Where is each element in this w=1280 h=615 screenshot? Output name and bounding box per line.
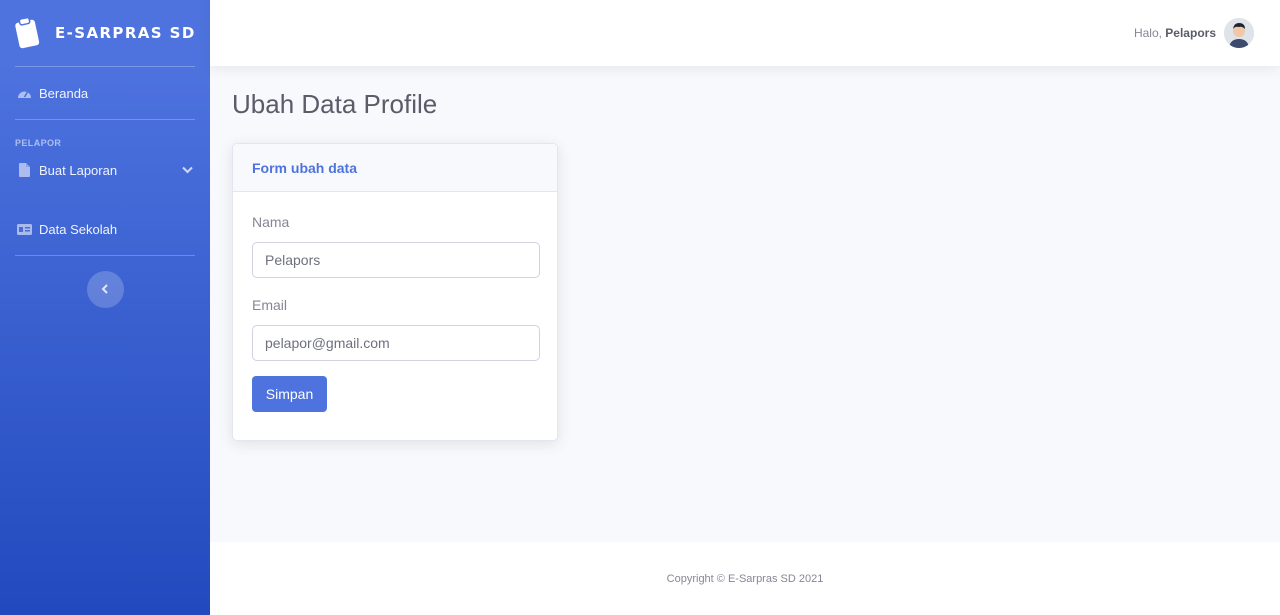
user-name: Pelapors [1165,26,1216,40]
id-card-icon [16,222,32,236]
email-field[interactable] [252,325,540,361]
sidebar-heading: PELAPOR [15,138,62,148]
name-label: Nama [252,214,290,230]
topbar: Halo, Pelapors [210,0,1280,66]
user-greeting[interactable]: Halo, Pelapors [1134,26,1216,40]
greeting-text: Halo, [1133,26,1162,40]
chevron-left-icon [101,281,109,299]
sidebar-item-label: Buat Laporan [39,162,118,178]
clipboard-icon [13,16,41,50]
save-button[interactable]: Simpan [252,376,327,412]
card-body: Nama Email Simpan [233,192,557,412]
copyright-text: Copyright © E-Sarpras SD 2021 [666,572,824,585]
sidebar: E-SARPRAS SD Beranda PELAPOR Buat Lapora… [0,0,210,615]
avatar[interactable] [1224,18,1254,48]
chevron-down-icon[interactable] [182,166,193,174]
sidebar-item-label: Data Sekolah [39,221,118,237]
sidebar-toggle-area [0,271,210,308]
sidebar-item-label: Beranda [39,85,89,101]
brand-name: E-SARPRAS SD [55,24,196,42]
sidebar-item-beranda[interactable]: Beranda [0,67,210,119]
dashboard-icon [16,86,32,100]
brand[interactable]: E-SARPRAS SD [0,0,210,66]
main-content: Ubah Data Profile Form ubah data Nama Em… [232,66,1232,441]
page-title: Ubah Data Profile [232,89,438,119]
card-header: Form ubah data [233,144,557,192]
edit-profile-card: Form ubah data Nama Email Simpan [232,143,558,441]
sidebar-item-buat-laporan[interactable]: Buat Laporan [0,150,210,190]
file-icon [16,163,32,177]
sidebar-item-data-sekolah[interactable]: Data Sekolah [0,203,210,255]
sidebar-divider [15,255,195,256]
name-field[interactable] [252,242,540,278]
email-label: Email [252,297,288,313]
sidebar-toggle-button[interactable] [86,271,124,308]
footer: Copyright © E-Sarpras SD 2021 [210,542,1280,615]
